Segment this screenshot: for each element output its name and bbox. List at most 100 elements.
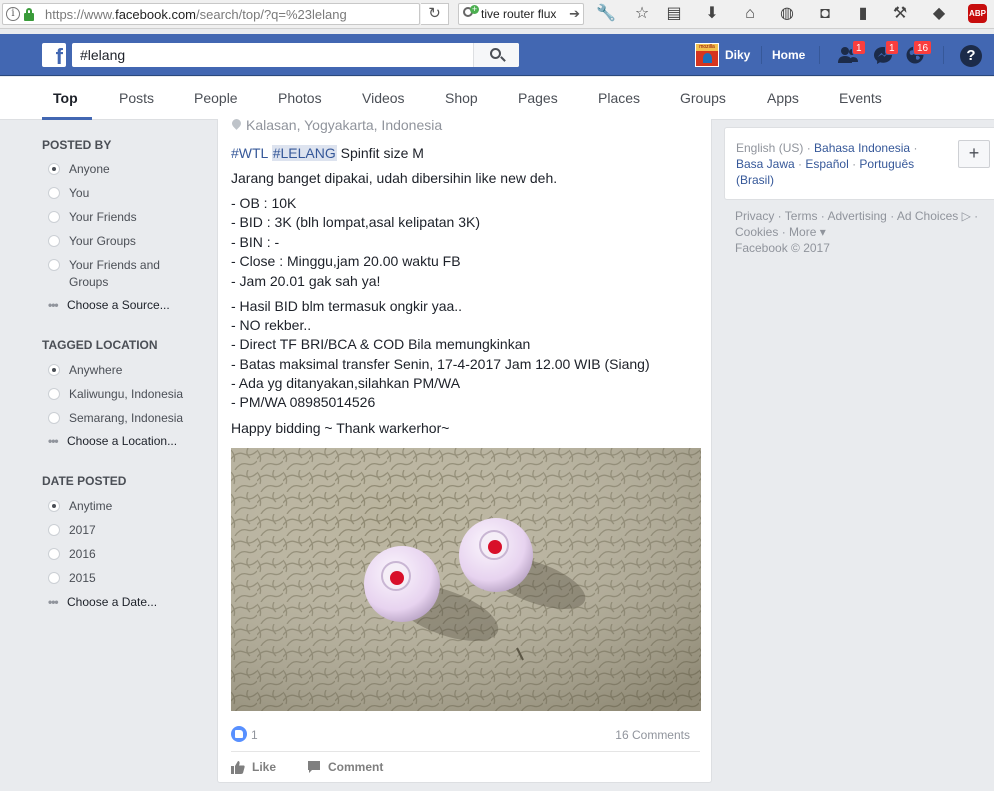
- hashtag-link-highlighted[interactable]: #LELANG: [271, 145, 337, 161]
- help-icon[interactable]: ?: [960, 45, 982, 67]
- tab-events[interactable]: Events: [839, 90, 882, 106]
- messages-badge: 1: [885, 40, 899, 55]
- tab-videos[interactable]: Videos: [362, 90, 405, 106]
- divider: [231, 751, 700, 752]
- post-line: - PM/WA 08985014526: [231, 394, 376, 410]
- home-icon[interactable]: ⌂: [740, 4, 760, 24]
- language-list: English (US) · Bahasa Indonesia · Basa J…: [736, 141, 918, 187]
- nav-divider: [943, 46, 944, 64]
- footer-link-advertising[interactable]: Advertising: [827, 209, 886, 223]
- radio-icon: [48, 524, 60, 536]
- tab-photos[interactable]: Photos: [278, 90, 322, 106]
- friend-requests-button[interactable]: 1: [836, 40, 866, 66]
- tab-places[interactable]: Places: [598, 90, 640, 106]
- language-link[interactable]: Bahasa Indonesia: [814, 141, 910, 155]
- reader-list-icon[interactable]: ▤: [664, 4, 684, 24]
- nav-divider: [761, 46, 762, 64]
- footer-link-cookies[interactable]: Cookies: [735, 225, 778, 239]
- address-bar[interactable]: i https://www.facebook.com/search/top/?q…: [2, 3, 420, 25]
- browser-search-text[interactable]: tive router flux: [481, 7, 556, 21]
- notifications-button[interactable]: 16: [903, 40, 933, 66]
- footer-link-terms[interactable]: Terms: [785, 209, 818, 223]
- like-reaction-icon: [231, 726, 247, 742]
- radio-icon: [48, 163, 60, 175]
- ad-choices-icon[interactable]: ▷: [962, 209, 971, 223]
- url-text[interactable]: https://www.facebook.com/search/top/?q=%…: [45, 7, 347, 22]
- tab-groups[interactable]: Groups: [680, 90, 726, 106]
- tab-posts[interactable]: Posts: [119, 90, 154, 106]
- hashtag-link[interactable]: #WTL: [231, 145, 268, 161]
- home-link[interactable]: Home: [772, 48, 805, 62]
- active-tab-indicator: [42, 117, 92, 120]
- search-bar[interactable]: #lelang: [72, 43, 519, 67]
- avatar: mozilla: [695, 43, 719, 67]
- browser-toolbar: i https://www.facebook.com/search/top/?q…: [0, 0, 994, 29]
- pocket-icon[interactable]: ◘: [815, 4, 835, 24]
- radio-icon: [48, 572, 60, 584]
- search-engine-icon: +: [463, 5, 479, 21]
- tab-shop[interactable]: Shop: [445, 90, 478, 106]
- wrench-icon[interactable]: 🔧: [596, 4, 616, 24]
- filter-title-posted-by: POSTED BY: [42, 138, 112, 152]
- lock-icon: [24, 8, 34, 21]
- profile-name[interactable]: Diky: [725, 48, 750, 62]
- reaction-count[interactable]: 1: [251, 728, 258, 742]
- search-input[interactable]: #lelang: [80, 47, 125, 63]
- footer-link-more[interactable]: More: [789, 225, 816, 239]
- footer-link-ad-choices[interactable]: Ad Choices: [897, 209, 958, 223]
- tab-top[interactable]: Top: [53, 90, 78, 106]
- facebook-header: f #lelang mozilla Diky Home 1 1 16 ?: [0, 34, 994, 76]
- radio-icon: [48, 259, 60, 271]
- book-icon[interactable]: ▮: [853, 4, 873, 24]
- globe-icon[interactable]: ◍: [777, 4, 797, 24]
- browser-search-box[interactable]: + tive router flux ➔: [458, 3, 584, 25]
- download-icon[interactable]: ⬇: [702, 4, 722, 24]
- more-dots-icon: •••: [48, 298, 59, 312]
- radio-icon: [48, 187, 60, 199]
- go-arrow-icon[interactable]: ➔: [569, 6, 580, 22]
- language-link[interactable]: Español: [805, 157, 848, 171]
- tab-pages[interactable]: Pages: [518, 90, 558, 106]
- post-card: Kalasan, Yogyakarta, Indonesia #WTL #LEL…: [217, 117, 712, 783]
- notifications-badge: 16: [913, 40, 933, 55]
- tab-people[interactable]: People: [194, 90, 238, 106]
- choose-date-link[interactable]: ••• Choose a Date...: [48, 595, 157, 609]
- footer-link-privacy[interactable]: Privacy: [735, 209, 774, 223]
- messages-button[interactable]: 1: [871, 40, 899, 66]
- more-dots-icon: •••: [48, 595, 59, 609]
- location-pin-icon: [230, 117, 243, 131]
- nav-divider: [819, 46, 820, 64]
- post-headline: #WTL #LELANG Spinfit size M: [231, 145, 424, 161]
- filter-title-date-posted: DATE POSTED: [42, 474, 127, 488]
- post-photo[interactable]: [231, 448, 701, 711]
- choose-location-link[interactable]: ••• Choose a Location...: [48, 434, 177, 448]
- post-line: - BIN : -: [231, 234, 280, 250]
- reload-icon[interactable]: ↻: [421, 3, 449, 25]
- post-closing: Happy bidding ~ Thank warkerhor~: [231, 420, 450, 436]
- post-intro: Jarang banget dipakai, udah dibersihin l…: [231, 170, 558, 186]
- more-dots-icon: •••: [48, 434, 59, 448]
- post-location[interactable]: Kalasan, Yogyakarta, Indonesia: [246, 117, 442, 133]
- language-selector: English (US) · Bahasa Indonesia · Basa J…: [724, 127, 994, 200]
- post-line: - Batas maksimal transfer Senin, 17-4-20…: [231, 356, 650, 372]
- bookmark-star-icon[interactable]: ☆: [632, 4, 652, 24]
- facebook-logo[interactable]: f: [42, 43, 66, 67]
- search-button[interactable]: [473, 43, 519, 67]
- language-link[interactable]: Basa Jawa: [736, 157, 795, 171]
- tab-apps[interactable]: Apps: [767, 90, 799, 106]
- filter-option-friends-and-groups[interactable]: Your Friends and Groups: [48, 257, 208, 291]
- adblock-icon[interactable]: ABP: [968, 4, 987, 23]
- shield-icon[interactable]: ◆: [929, 4, 949, 24]
- radio-icon: [48, 388, 60, 400]
- comment-icon: [308, 761, 320, 773]
- info-icon[interactable]: i: [6, 7, 20, 21]
- post-line: - Ada yg ditanyakan,silahkan PM/WA: [231, 375, 461, 391]
- caret-down-icon[interactable]: ▾: [820, 225, 826, 239]
- friend-requests-badge: 1: [852, 40, 866, 55]
- earbud-tips-photo: [231, 448, 701, 711]
- more-languages-button[interactable]: +: [958, 140, 990, 168]
- post-line: - Close : Minggu,jam 20.00 waktu FB: [231, 253, 461, 269]
- comments-count-link[interactable]: 16 Comments: [615, 728, 690, 742]
- hammer-icon[interactable]: ⚒: [890, 4, 910, 24]
- choose-source-link[interactable]: ••• Choose a Source...: [48, 298, 170, 312]
